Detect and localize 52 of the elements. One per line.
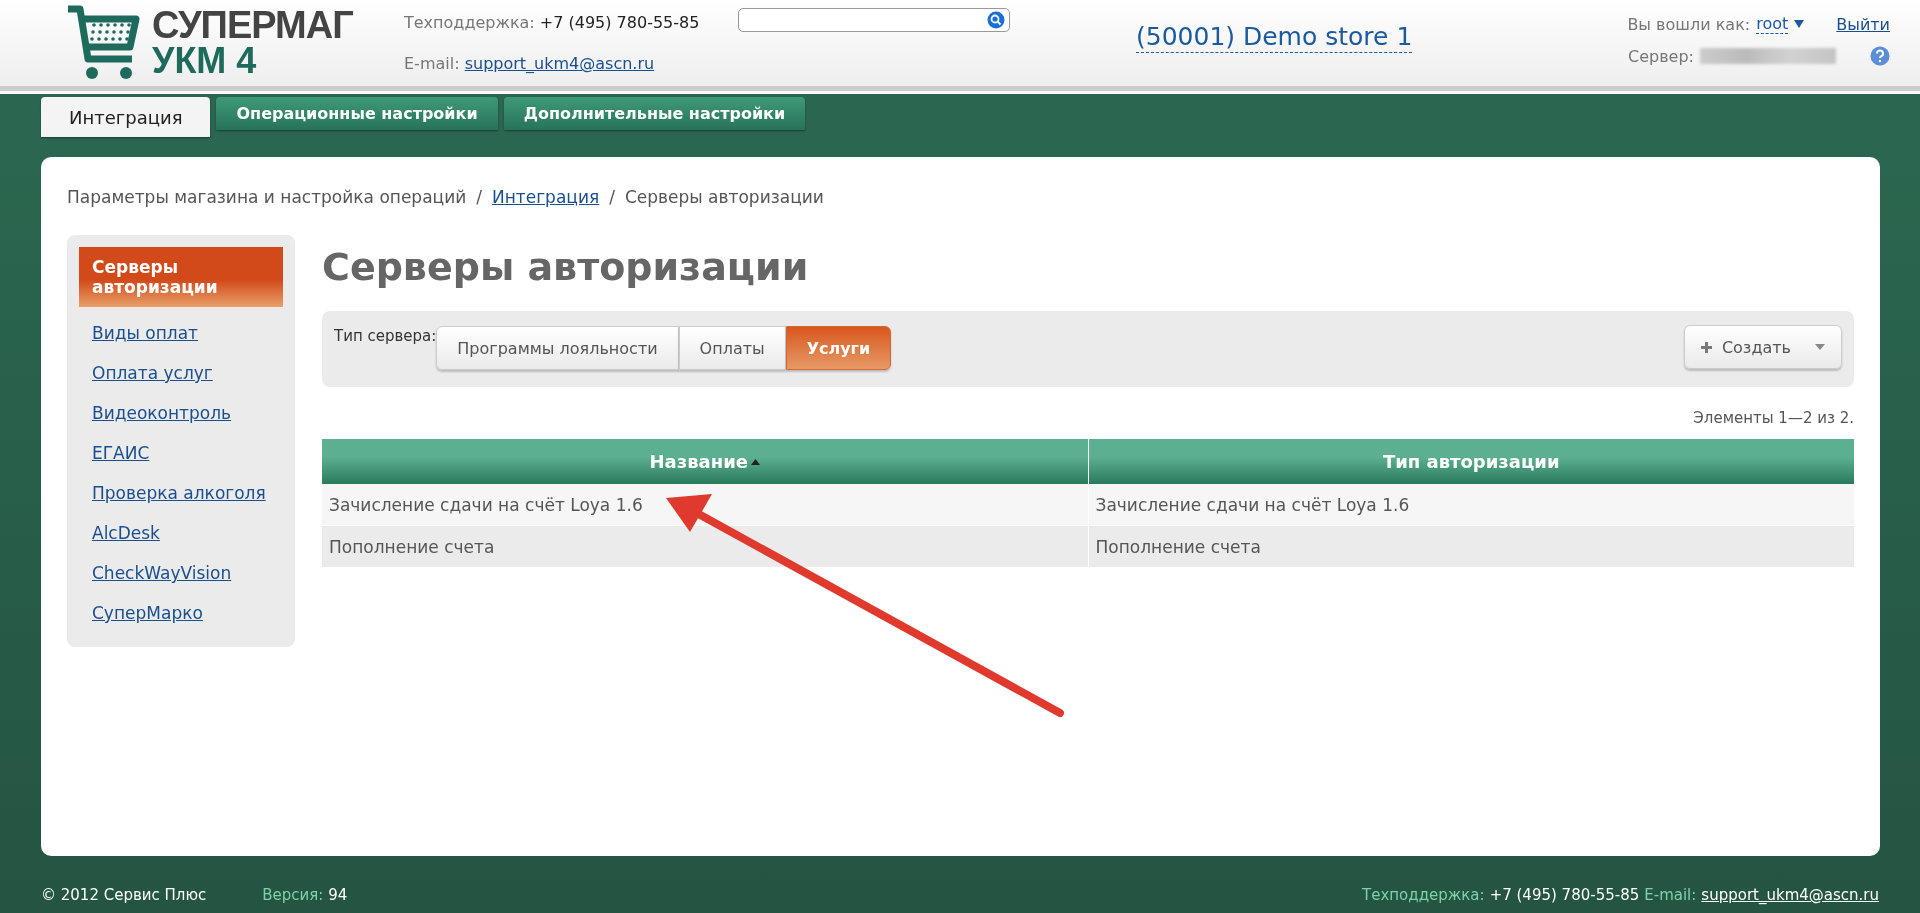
sidebar-item[interactable]: СуперМарко <box>79 593 283 633</box>
email-label: E-mail: <box>404 54 460 73</box>
logo-subtitle: УКМ 4 <box>152 43 258 79</box>
item-count: Элементы 1—2 из 2. <box>1692 409 1854 427</box>
nav-tab[interactable]: Дополнительные настройки <box>503 97 806 130</box>
sidebar-item[interactable]: Виды оплат <box>79 313 283 353</box>
version-label: Версия: <box>262 886 324 904</box>
table-cell: Зачисление сдачи на счёт Loya 1.6 <box>1088 484 1854 526</box>
sort-icon[interactable] <box>751 458 760 465</box>
version-number: 94 <box>328 886 348 904</box>
breadcrumb-separator: / <box>476 187 482 207</box>
breadcrumb-text: Параметры магазина и настройка операций <box>67 187 467 207</box>
create-button[interactable]: Создать <box>1683 325 1842 369</box>
table-cell: Пополнение счета <box>1088 525 1854 568</box>
sidebar-item[interactable]: AlcDesk <box>79 513 283 553</box>
table-cell: Зачисление сдачи на счёт Loya 1.6 <box>322 484 1088 526</box>
email-link[interactable]: support_ukm4@ascn.ru <box>464 54 655 73</box>
sidebar-item[interactable]: Оплата услуг <box>79 353 283 393</box>
support-label: Техподдержка: <box>404 13 535 32</box>
breadcrumb-text: Серверы авторизации <box>624 187 824 207</box>
nav-tab[interactable]: Интеграция <box>41 97 211 137</box>
logout-link[interactable]: Выйти <box>1836 14 1890 34</box>
nav-tab[interactable]: Операционные настройки <box>216 97 498 130</box>
sidebar-item[interactable]: Проверка алкоголя <box>79 473 283 513</box>
copyright-text: © 2012 Сервис Плюс <box>41 886 207 904</box>
page-title: Серверы авторизации <box>322 245 810 289</box>
caret-icon <box>1815 344 1825 350</box>
server-label: Сервер: <box>1628 46 1694 66</box>
email-link[interactable]: support_ukm4@ascn.ru <box>1701 886 1879 904</box>
search-field[interactable] <box>738 8 1010 32</box>
support-phone: +7 (495) 780-55-85 <box>539 13 700 32</box>
filter-option[interactable]: Оплаты <box>678 326 786 370</box>
breadcrumb-separator: / <box>609 187 615 207</box>
search-icon[interactable] <box>987 11 1005 29</box>
table-cell: Пополнение счета <box>322 525 1088 568</box>
user-menu[interactable]: root <box>1756 14 1789 34</box>
support-phone: +7 (495) 780-55-85 <box>1489 886 1640 904</box>
sidebar-item[interactable]: Видеоконтроль <box>79 393 283 433</box>
filter-label: Тип сервера: <box>334 327 437 345</box>
sidebar-item[interactable]: ЕГАИС <box>79 433 283 473</box>
store-link[interactable]: (50001) Demo store 1 <box>1136 22 1413 53</box>
sidebar-item[interactable]: Серверы авторизации <box>79 247 283 307</box>
help-icon[interactable] <box>1870 46 1890 66</box>
sidebar-item[interactable]: CheckWayVision <box>79 553 283 593</box>
plus-icon <box>1700 341 1712 353</box>
email-label: E-mail: <box>1644 886 1697 904</box>
logged-in-label: Вы вошли как: <box>1627 14 1751 34</box>
logo-text: СУПЕРМАГ <box>152 7 353 43</box>
support-label: Техподдержка: <box>1362 886 1485 904</box>
breadcrumb-link[interactable]: Интеграция <box>492 187 600 207</box>
caret-icon[interactable] <box>1794 20 1805 28</box>
filter-option[interactable]: Программы лояльности <box>436 326 679 370</box>
